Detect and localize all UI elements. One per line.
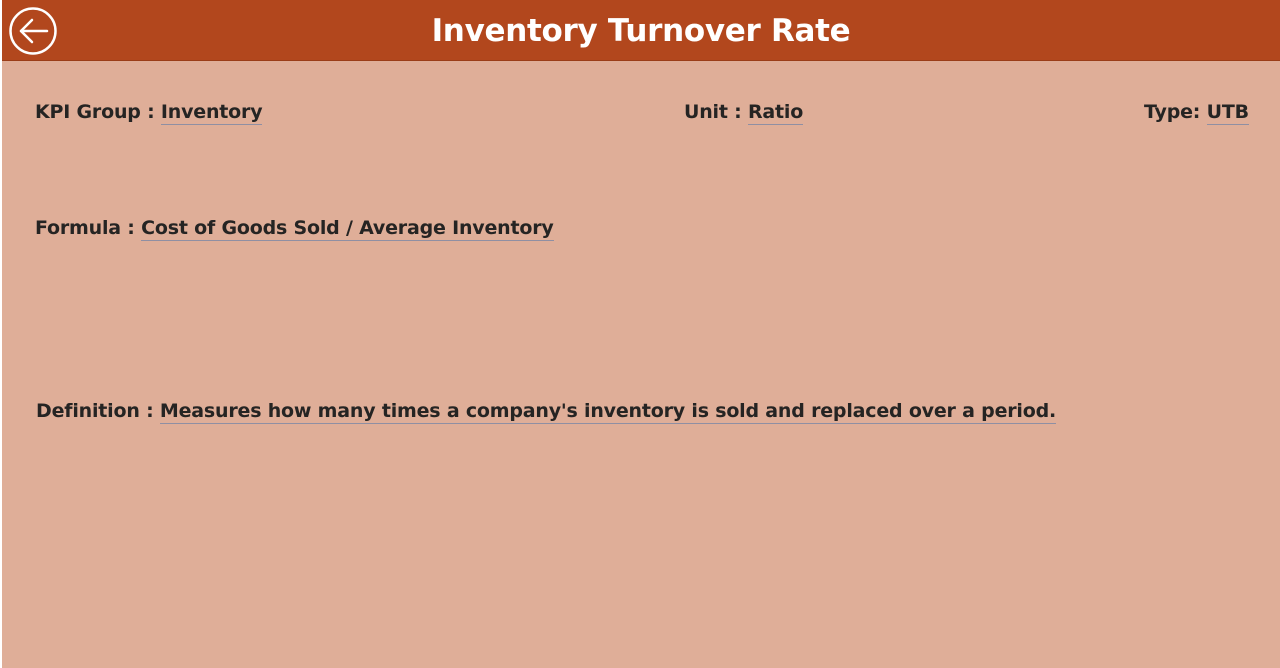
definition-value: Measures how many times a company's inve… [159, 400, 1057, 424]
type-field: Type: UTB [1144, 99, 1249, 125]
kpi-group-field: KPI Group : Inventory [35, 99, 263, 125]
type-label: Type: [1144, 101, 1207, 123]
formula-label: Formula : [35, 217, 142, 239]
formula-field: Formula : Cost of Goods Sold / Average I… [35, 215, 554, 241]
page-header: Inventory Turnover Rate [2, 0, 1280, 61]
unit-label: Unit : [684, 101, 748, 123]
unit-field: Unit : Ratio [684, 99, 803, 125]
kpi-group-label: KPI Group : [35, 101, 161, 123]
type-value: UTB [1206, 101, 1249, 125]
kpi-group-value: Inventory [160, 101, 263, 125]
formula-value: Cost of Goods Sold / Average Inventory [141, 217, 554, 241]
kpi-detail-page: Inventory Turnover Rate KPI Group : Inve… [2, 0, 1280, 668]
definition-field: Definition : Measures how many times a c… [36, 398, 1056, 424]
page-title: Inventory Turnover Rate [431, 13, 851, 49]
unit-value: Ratio [747, 101, 804, 125]
definition-label: Definition : [36, 400, 160, 422]
